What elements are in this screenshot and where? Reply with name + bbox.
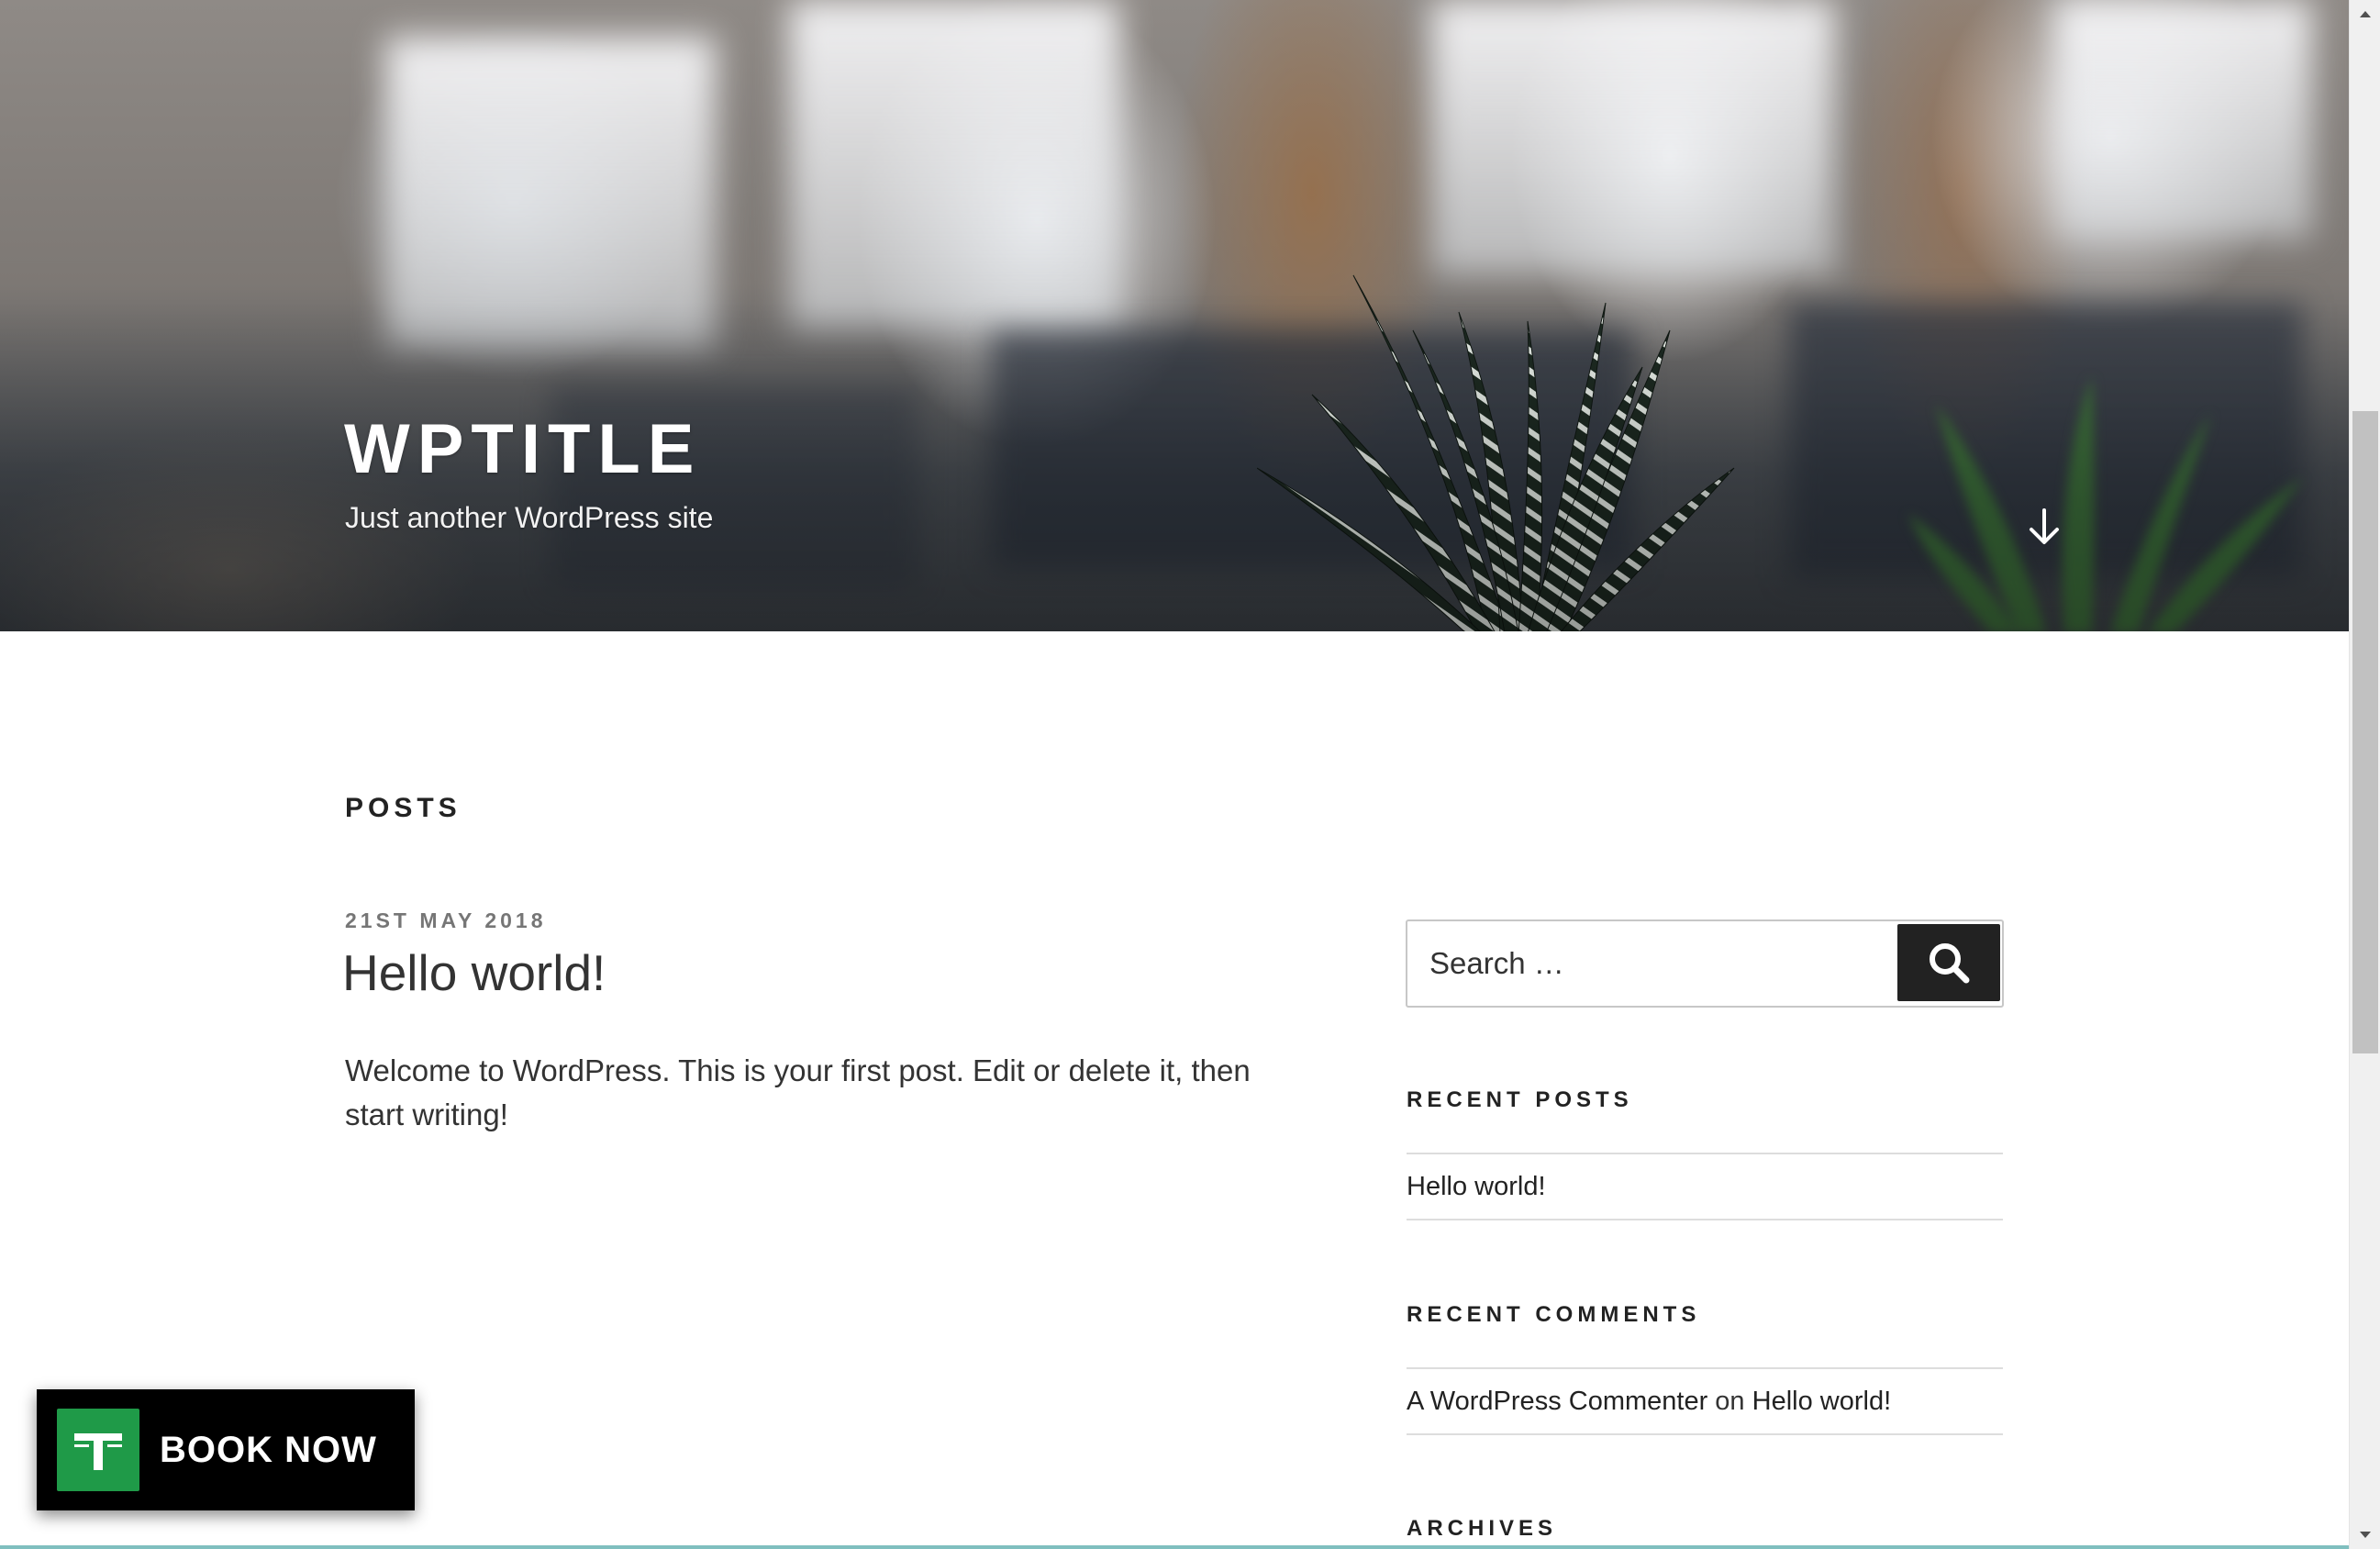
- recent-post-link[interactable]: Hello world!: [1407, 1172, 1546, 1201]
- background-blur-window: [2055, 0, 2312, 239]
- background-blur-window: [1431, 0, 1835, 275]
- page: WPTITLE Just another WordPress site POST…: [0, 0, 2380, 1549]
- archives-title: ARCHIVES: [1407, 1516, 1558, 1541]
- search-icon: [1930, 943, 1970, 984]
- search-button[interactable]: [1897, 924, 2000, 1001]
- recent-posts-title: RECENT POSTS: [1407, 1087, 1633, 1112]
- recent-comments-list: A WordPress Commenter on Hello world!: [1407, 1367, 2003, 1435]
- book-now-label: BOOK NOW: [160, 1429, 377, 1470]
- post-excerpt: Welcome to WordPress. This is your first…: [345, 1053, 1251, 1131]
- arrow-down-icon: [2030, 508, 2059, 544]
- search-form: [1406, 919, 2004, 1008]
- recent-comments-title: RECENT COMMENTS: [1407, 1302, 1701, 1327]
- window-bottom-edge: [0, 1545, 2349, 1549]
- t-logo-glyph: [74, 1433, 122, 1470]
- caret-up-icon: [2360, 11, 2371, 17]
- scrollbar-thumb[interactable]: [2352, 411, 2378, 1053]
- site-title[interactable]: WPTITLE: [344, 415, 702, 485]
- scroll-down-button[interactable]: [2024, 507, 2064, 547]
- comment-connector: on: [1715, 1387, 1745, 1416]
- post-date[interactable]: 21ST MAY 2018: [345, 910, 547, 931]
- book-now-button[interactable]: BOOK NOW: [37, 1389, 415, 1510]
- comment-post-link[interactable]: Hello world!: [1752, 1387, 1892, 1416]
- scroll-down-arrow[interactable]: [2350, 1521, 2380, 1549]
- post-title-link[interactable]: Hello world!: [342, 945, 606, 1001]
- site-description: Just another WordPress site: [345, 501, 714, 534]
- recent-posts-list: Hello world!: [1407, 1153, 2003, 1220]
- background-blur-window: [789, 0, 1119, 330]
- t-logo-icon: [57, 1409, 139, 1491]
- caret-down-icon: [2360, 1532, 2371, 1538]
- scroll-up-arrow[interactable]: [2350, 0, 2380, 28]
- posts-heading: POSTS: [345, 793, 462, 823]
- comment-author-link[interactable]: A WordPress Commenter: [1407, 1387, 1707, 1416]
- vertical-scrollbar[interactable]: [2349, 0, 2380, 1549]
- search-input[interactable]: [1407, 921, 1885, 1006]
- header-hero-image: WPTITLE Just another WordPress site: [0, 0, 2349, 631]
- list-item: Hello world!: [1407, 1154, 2003, 1219]
- list-item: A WordPress Commenter on Hello world!: [1407, 1369, 2003, 1433]
